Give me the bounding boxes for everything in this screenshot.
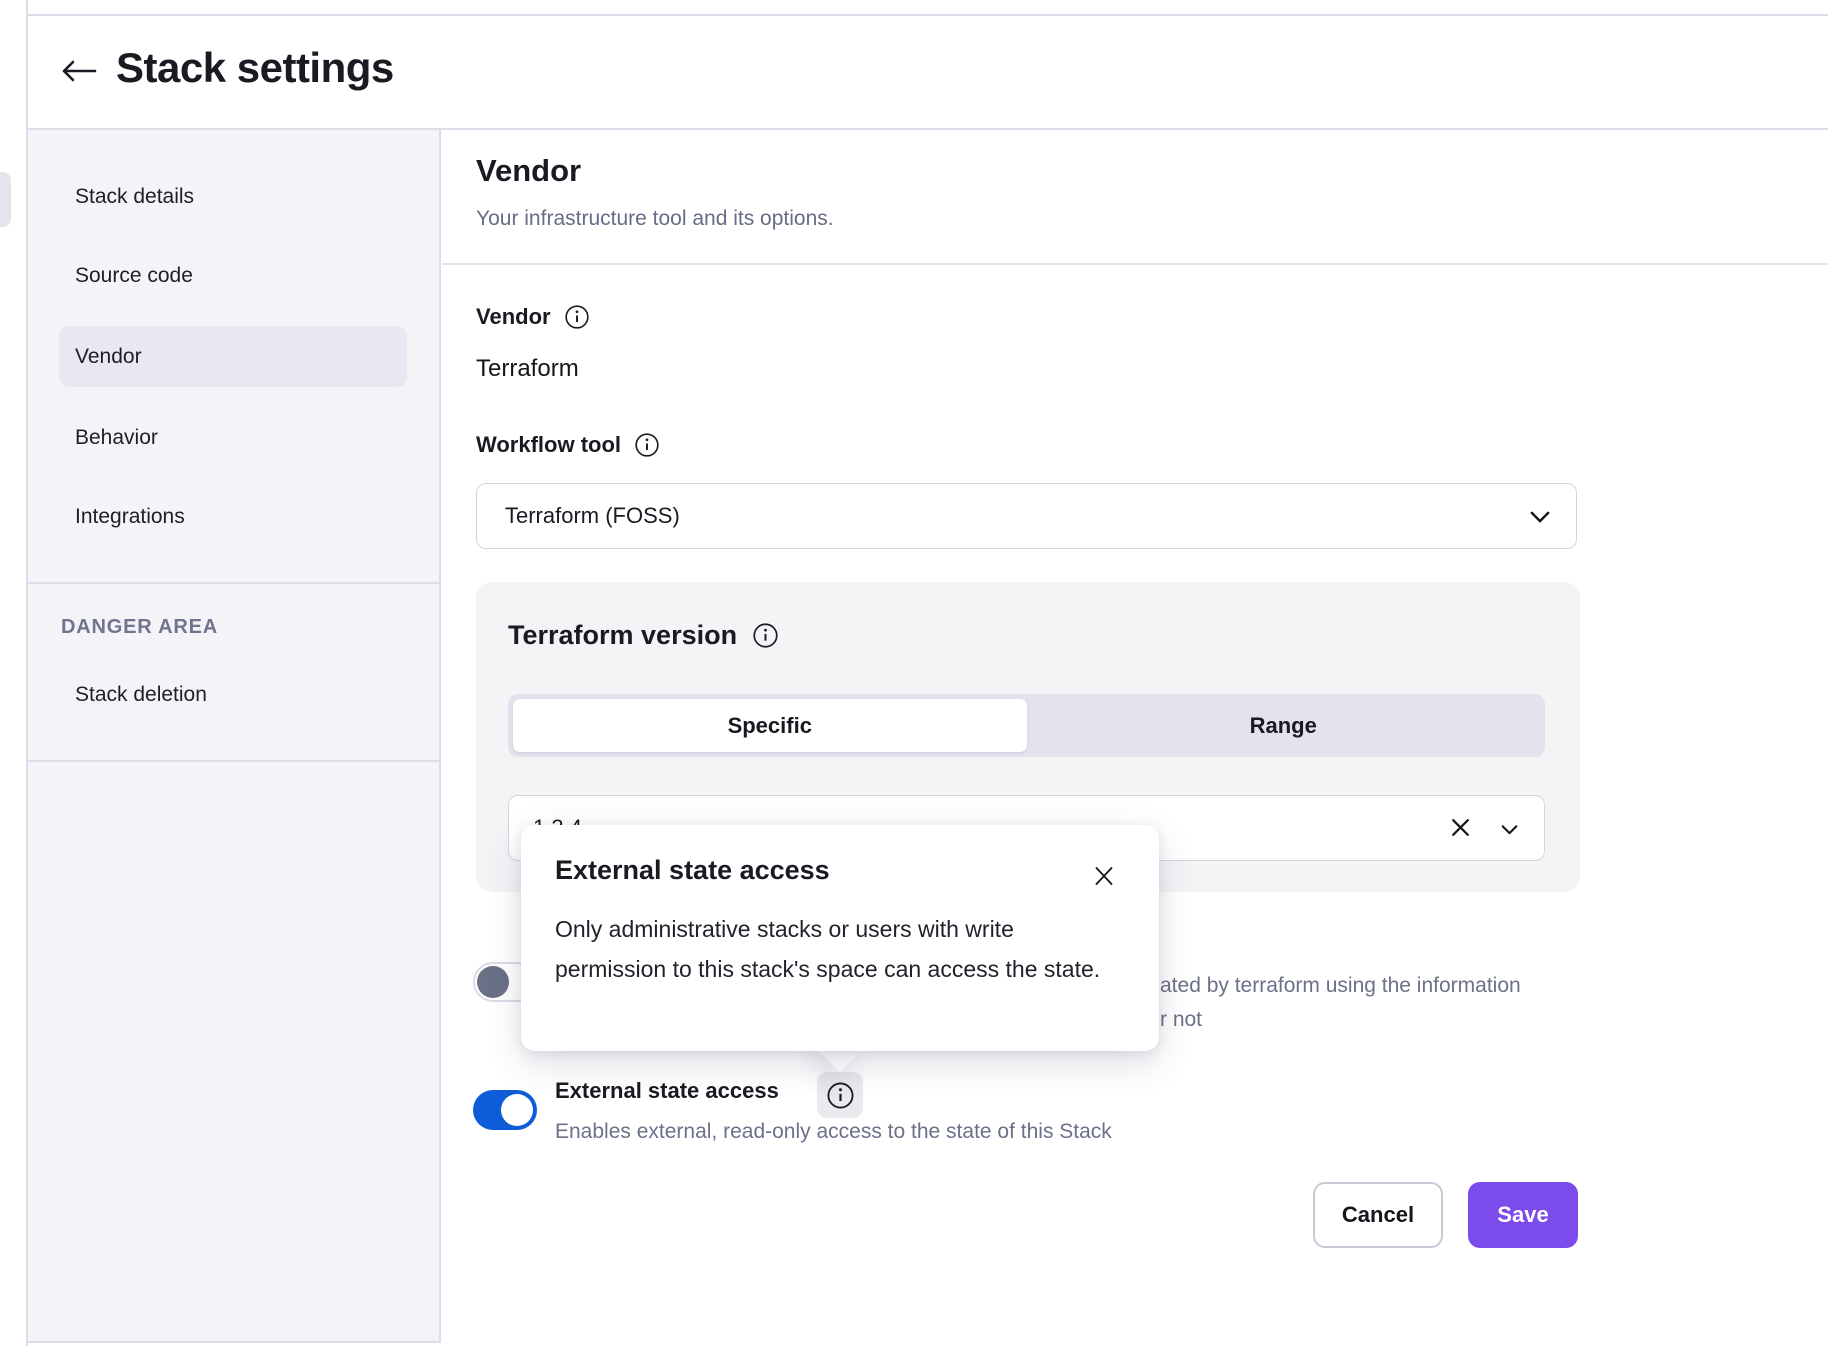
sidebar-item-integrations[interactable]: Integrations (28, 486, 439, 548)
external-state-access-toggle[interactable] (473, 1090, 537, 1130)
section-title: Vendor (476, 153, 581, 189)
close-icon[interactable] (1089, 861, 1119, 891)
save-button[interactable]: Save (1468, 1182, 1578, 1248)
occluded-description-line2: r not (1160, 1008, 1202, 1032)
back-button[interactable] (56, 50, 100, 94)
version-mode-tabs: Specific Range (508, 694, 1545, 757)
info-icon (826, 1081, 855, 1110)
workflow-tool-label-row: Workflow tool (476, 432, 660, 458)
external-state-info-chip[interactable] (817, 1072, 863, 1118)
sidebar-section-divider (28, 582, 439, 584)
stack-settings-page: Stack settings Stack details Source code… (0, 0, 1828, 1346)
toggle-knob (477, 966, 509, 998)
workflow-tool-label: Workflow tool (476, 432, 621, 458)
cancel-button[interactable]: Cancel (1313, 1182, 1443, 1248)
terraform-version-title-row: Terraform version (508, 620, 779, 651)
clear-icon[interactable] (1447, 814, 1474, 841)
sidebar-section-divider (28, 760, 439, 762)
drawer-handle[interactable] (0, 172, 11, 227)
info-icon[interactable] (634, 432, 660, 458)
vendor-field-label: Vendor (476, 304, 551, 330)
sidebar-item-behavior[interactable]: Behavior (28, 407, 439, 469)
sidebar-item-stack-details[interactable]: Stack details (28, 166, 439, 228)
section-divider (442, 263, 1828, 265)
info-icon[interactable] (752, 622, 779, 649)
section-subtitle: Your infrastructure tool and its options… (476, 207, 834, 231)
sidebar-item-source-code[interactable]: Source code (28, 245, 439, 307)
vendor-field-label-row: Vendor (476, 304, 590, 330)
workflow-tool-select[interactable]: Terraform (FOSS) (476, 483, 1577, 549)
chevron-down-icon (1526, 503, 1554, 537)
workflow-tool-selected-value: Terraform (FOSS) (505, 503, 680, 529)
danger-area-heading: DANGER AREA (61, 616, 218, 639)
external-state-access-tooltip: External state access Only administrativ… (521, 825, 1159, 1051)
vendor-field-value: Terraform (476, 355, 579, 383)
sidebar-item-vendor[interactable]: Vendor (59, 326, 407, 387)
chevron-down-icon[interactable] (1497, 817, 1522, 842)
tooltip-body: Only administrative stacks or users with… (555, 909, 1107, 989)
tab-specific[interactable]: Specific (513, 699, 1027, 752)
info-icon[interactable] (564, 304, 590, 330)
arrow-left-icon (59, 58, 97, 87)
top-frame-divider (28, 14, 1828, 16)
page-title: Stack settings (116, 44, 394, 92)
external-state-access-label: External state access (555, 1078, 779, 1104)
tab-range[interactable]: Range (1027, 699, 1541, 752)
tooltip-title: External state access (555, 855, 830, 886)
occluded-description-line1: ated by terraform using the information (1160, 974, 1521, 998)
toggle-knob (501, 1094, 533, 1126)
settings-sidebar: Stack details Source code Vendor Behavio… (28, 130, 441, 1343)
sidebar-item-stack-deletion[interactable]: Stack deletion (28, 664, 439, 726)
external-state-access-description: Enables external, read-only access to th… (555, 1120, 1112, 1144)
terraform-version-title: Terraform version (508, 620, 737, 651)
